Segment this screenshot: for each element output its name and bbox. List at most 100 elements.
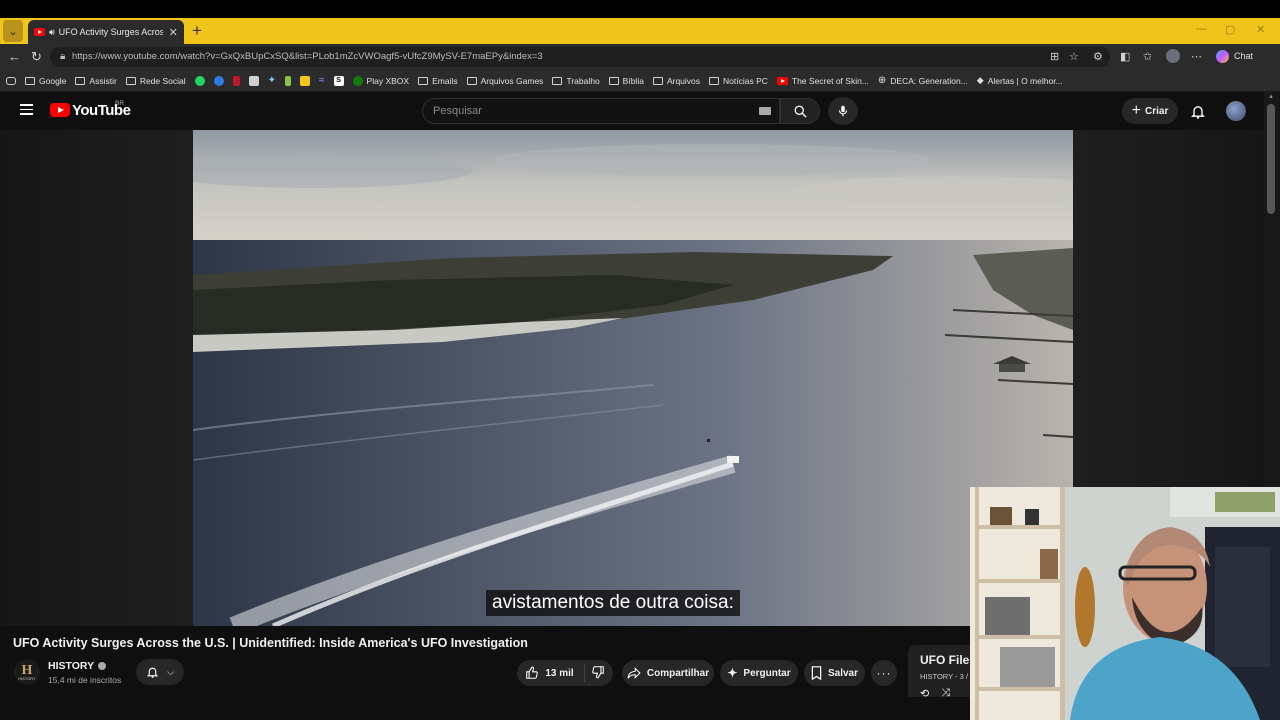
notification-bell-button[interactable]: ⌵: [136, 659, 184, 685]
bookmark-green[interactable]: [285, 75, 292, 86]
split-screen-icon[interactable]: ◧: [1120, 50, 1130, 63]
folder-icon: [418, 76, 429, 85]
bookmark-arquivos-games[interactable]: Arquivos Games: [466, 76, 543, 86]
maximize-icon[interactable]: ▢: [1225, 23, 1235, 36]
more-icon[interactable]: ⋯: [1191, 50, 1202, 63]
thumbs-up-icon: [526, 666, 539, 679]
channel-name[interactable]: HISTORY: [48, 660, 107, 672]
bookmark-google[interactable]: Google: [25, 76, 66, 86]
bookmark-gray[interactable]: [248, 75, 259, 86]
bookmark-trabalho[interactable]: Trabalho: [552, 75, 600, 86]
bookmark-deca[interactable]: ⊕ DECA: Generation...: [878, 75, 968, 86]
bookmark-icon: [811, 666, 822, 680]
keyboard-icon[interactable]: [759, 107, 771, 115]
folder-icon: [125, 76, 136, 85]
profile-icon[interactable]: [1166, 49, 1180, 63]
bookmark-label: Play XBOX: [366, 75, 410, 86]
bookmark-whatsapp[interactable]: [194, 75, 205, 86]
create-button[interactable]: + Criar: [1122, 98, 1178, 124]
site-icon: [285, 75, 292, 86]
site-icon: [213, 75, 224, 86]
minimize-icon[interactable]: —: [1196, 23, 1207, 35]
tab-active[interactable]: 🔊︎ UFO Activity Surges Across the U.S. |…: [28, 20, 184, 44]
title-strip: [0, 0, 1280, 18]
video-frame: [193, 130, 1073, 626]
alert-icon: ◆: [976, 75, 984, 85]
microphone-icon: [838, 105, 848, 117]
youtube-icon: [776, 76, 788, 85]
youtube-favicon-icon: [34, 28, 45, 36]
bookmark-spark[interactable]: ✦: [268, 75, 276, 86]
subscriber-count: 15,4 mi de inscritos: [48, 675, 122, 685]
channel-avatar[interactable]: H HISTORY: [14, 659, 40, 685]
video-subtitle: avistamentos de outra coisa:: [486, 590, 740, 616]
like-button[interactable]: 13 mil: [525, 664, 585, 682]
bookmark-label: Rede Social: [139, 75, 186, 86]
ask-button[interactable]: ✦ Perguntar: [720, 660, 798, 686]
video-player[interactable]: [193, 130, 1073, 626]
channel-avatar-letter: H: [21, 662, 33, 678]
bookmark-red[interactable]: [232, 75, 240, 86]
window-close-icon[interactable]: ✕: [1256, 23, 1265, 36]
speaker-icon[interactable]: 🔊︎: [49, 27, 55, 38]
bookmark-label: Alertas | O melhor...: [987, 75, 1063, 86]
voice-search-button[interactable]: [828, 97, 858, 125]
more-actions-button[interactable]: ···: [871, 660, 897, 686]
bookmark-arquivos[interactable]: Arquivos: [652, 76, 700, 86]
bookmark-noticias-pc[interactable]: Notícias PC: [709, 76, 768, 86]
bookmark-yellow[interactable]: [300, 75, 311, 86]
close-icon[interactable]: ✕: [169, 26, 178, 39]
scroll-thumb[interactable]: [1267, 104, 1275, 214]
url-field[interactable]: 🔒︎ https://www.youtube.com/watch?v=GxQxB…: [50, 47, 1110, 67]
bookmark-blue[interactable]: [213, 75, 224, 86]
search-button[interactable]: [780, 98, 820, 124]
bookmark-label: DECA: Generation...: [890, 75, 968, 86]
avatar[interactable]: [1226, 101, 1246, 121]
bell-icon[interactable]: [1190, 103, 1206, 120]
tab-actions-button[interactable]: ⌄: [3, 20, 23, 42]
copilot-icon[interactable]: [1216, 50, 1229, 63]
bookmark-biblia[interactable]: Bíblia: [608, 75, 644, 86]
verified-icon: [98, 662, 107, 670]
bookmark-label: Notícias PC: [723, 75, 768, 86]
star-icon[interactable]: ☆: [1069, 50, 1079, 63]
reload-icon[interactable]: ↻: [31, 49, 42, 65]
search-input[interactable]: Pesquisar: [422, 98, 780, 124]
save-button[interactable]: Salvar: [804, 660, 865, 686]
favorites-icon[interactable]: ✩: [1143, 50, 1152, 63]
bookmark-label: Trabalho: [566, 75, 600, 86]
new-tab-button[interactable]: +: [192, 21, 202, 41]
chat-button[interactable]: Chat: [1234, 51, 1253, 61]
bookmark-secret-of-skin[interactable]: The Secret of Skin...: [776, 75, 869, 86]
bookmark-play-xbox[interactable]: Play XBOX: [352, 75, 410, 86]
whatsapp-icon: [194, 75, 205, 86]
video-title: UFO Activity Surges Across the U.S. | Un…: [13, 636, 528, 650]
app-install-icon[interactable]: ⊞: [1050, 50, 1059, 63]
bookmark-assistir[interactable]: Assistir: [75, 76, 117, 86]
back-arrow-icon[interactable]: ←: [8, 49, 21, 64]
menu-icon[interactable]: [20, 104, 33, 115]
bookmark-wave[interactable]: ≈: [319, 75, 325, 86]
bookmark-label: The Secret of Skin...: [791, 75, 869, 86]
bookmark-s[interactable]: S: [333, 75, 344, 86]
ask-label: Perguntar: [743, 667, 791, 679]
tab-title: UFO Activity Surges Across the U.S. | Un…: [58, 27, 163, 37]
bookmark-alertas[interactable]: ◆ Alertas | O melhor...: [977, 75, 1063, 86]
bookmark-label: Bíblia: [622, 75, 644, 86]
bookmark-emails[interactable]: Emails: [418, 76, 458, 86]
scroll-up-icon[interactable]: ▲: [1268, 94, 1274, 100]
share-button[interactable]: Compartilhar: [622, 660, 714, 686]
site-icon: [248, 75, 259, 86]
extensions-icon[interactable]: ⚙: [1093, 50, 1103, 63]
globe-icon: ⊕: [877, 75, 887, 86]
dislike-button[interactable]: [591, 665, 605, 682]
share-label: Compartilhar: [646, 667, 710, 679]
country-code: BR: [115, 100, 125, 107]
folder-icon: [466, 76, 477, 85]
bookmark-apps[interactable]: [6, 76, 16, 85]
search-placeholder: Pesquisar: [433, 105, 482, 117]
youtube-logo-icon[interactable]: [50, 103, 70, 117]
apps-icon: [6, 76, 16, 85]
bookmark-label: Google: [39, 75, 67, 86]
bookmark-rede-social[interactable]: Rede Social: [125, 75, 186, 86]
